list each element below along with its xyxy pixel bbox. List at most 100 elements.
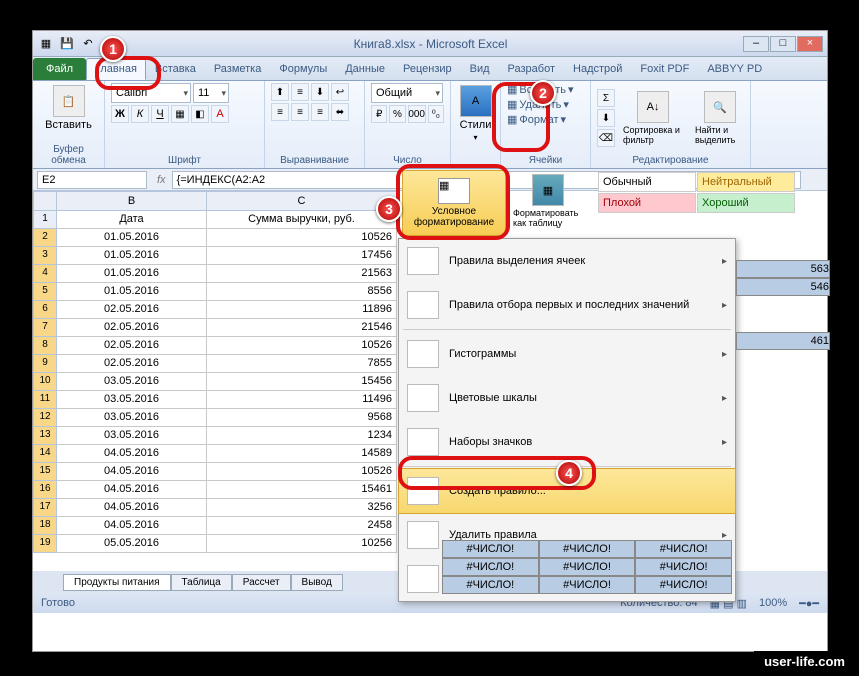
style-bad[interactable]: Плохой (598, 193, 696, 213)
cell-extra[interactable]: 563 (736, 260, 830, 278)
row-header[interactable]: 11 (33, 391, 57, 409)
data-cell[interactable]: 15461 (207, 481, 397, 499)
autosum-button[interactable]: Σ (597, 89, 615, 107)
data-cell[interactable]: 11896 (207, 301, 397, 319)
merge-button[interactable]: ⬌ (331, 103, 349, 121)
style-good[interactable]: Хороший (697, 193, 795, 213)
close-button[interactable]: × (797, 36, 823, 52)
number-format[interactable]: Общий (371, 83, 443, 103)
data-cell[interactable]: 11496 (207, 391, 397, 409)
header-cell[interactable]: Дата (57, 211, 207, 229)
data-cell[interactable]: 2458 (207, 517, 397, 535)
cell-error[interactable]: #ЧИСЛО! (442, 540, 539, 558)
menu-icon-sets[interactable]: Наборы значков▸ (399, 420, 735, 464)
currency-button[interactable]: ₽ (371, 105, 387, 123)
data-cell[interactable]: 02.05.2016 (57, 355, 207, 373)
data-cell[interactable]: 05.05.2016 (57, 535, 207, 553)
fill-button[interactable]: ◧ (191, 105, 209, 123)
data-cell[interactable]: 14589 (207, 445, 397, 463)
inc-dec-button[interactable]: ⁰₀ (428, 105, 444, 123)
align-left[interactable]: ≡ (271, 103, 289, 121)
align-top[interactable]: ⬆ (271, 83, 289, 101)
zoom-level[interactable]: 100% (759, 597, 787, 609)
cell-error[interactable]: #ЧИСЛО! (442, 558, 539, 576)
tab-review[interactable]: Рецензир (394, 58, 461, 80)
cell-error[interactable]: #ЧИСЛО! (635, 540, 732, 558)
clear-button[interactable]: ⌫ (597, 129, 615, 147)
cell-extra[interactable]: 546 (736, 278, 830, 296)
row-header[interactable]: 9 (33, 355, 57, 373)
style-normal[interactable]: Обычный (598, 172, 696, 192)
align-bot[interactable]: ⬇ (311, 83, 329, 101)
save-icon[interactable]: 💾 (58, 35, 76, 53)
menu-color-scales[interactable]: Цветовые шкалы▸ (399, 376, 735, 420)
style-neutral[interactable]: Нейтральный (697, 172, 795, 192)
tab-data[interactable]: Данные (336, 58, 394, 80)
font-name[interactable]: Calibri (111, 83, 191, 103)
tab-dev[interactable]: Разработ (499, 58, 564, 80)
menu-data-bars[interactable]: Гистограммы▸ (399, 332, 735, 376)
styles-button[interactable]: AСтили▾ (457, 83, 494, 144)
row-header[interactable]: 19 (33, 535, 57, 553)
data-cell[interactable]: 04.05.2016 (57, 445, 207, 463)
align-mid[interactable]: ≡ (291, 83, 309, 101)
data-cell[interactable]: 1234 (207, 427, 397, 445)
underline-button[interactable]: Ч (151, 105, 169, 123)
sheet-tab-2[interactable]: Таблица (171, 574, 232, 591)
cell-error[interactable]: #ЧИСЛО! (635, 558, 732, 576)
data-cell[interactable]: 10526 (207, 337, 397, 355)
data-cell[interactable]: 10256 (207, 535, 397, 553)
fill-down-button[interactable]: ⬇ (597, 109, 615, 127)
cell-styles-gallery[interactable]: Обычный Нейтральный Плохой Хороший (598, 172, 798, 213)
row-header[interactable]: 13 (33, 427, 57, 445)
data-cell[interactable]: 10526 (207, 229, 397, 247)
row-header[interactable]: 6 (33, 301, 57, 319)
cell-error[interactable]: #ЧИСЛО! (539, 576, 636, 594)
tab-abbyy[interactable]: ABBYY PD (698, 58, 771, 80)
row-header[interactable]: 10 (33, 373, 57, 391)
row-header[interactable]: 18 (33, 517, 57, 535)
percent-button[interactable]: % (389, 105, 405, 123)
tab-foxit[interactable]: Foxit PDF (631, 58, 698, 80)
row-header[interactable]: 12 (33, 409, 57, 427)
row-header[interactable]: 7 (33, 319, 57, 337)
border-button[interactable]: ▦ (171, 105, 189, 123)
minimize-button[interactable]: – (743, 36, 769, 52)
data-cell[interactable]: 04.05.2016 (57, 463, 207, 481)
bold-button[interactable]: Ж (111, 105, 129, 123)
row-header[interactable]: 2 (33, 229, 57, 247)
data-cell[interactable]: 04.05.2016 (57, 499, 207, 517)
data-cell[interactable]: 01.05.2016 (57, 229, 207, 247)
data-cell[interactable]: 21546 (207, 319, 397, 337)
data-cell[interactable]: 01.05.2016 (57, 265, 207, 283)
row-header[interactable]: 14 (33, 445, 57, 463)
paste-button[interactable]: 📋Вставить (39, 83, 98, 133)
row-header[interactable]: 8 (33, 337, 57, 355)
col-b-header[interactable]: B (57, 191, 207, 211)
data-cell[interactable]: 03.05.2016 (57, 409, 207, 427)
menu-top-bottom-rules[interactable]: Правила отбора первых и последних значен… (399, 283, 735, 327)
align-right[interactable]: ≡ (311, 103, 329, 121)
row-header[interactable]: 5 (33, 283, 57, 301)
data-cell[interactable]: 04.05.2016 (57, 517, 207, 535)
fontcolor-button[interactable]: A (211, 105, 229, 123)
row-header[interactable]: 15 (33, 463, 57, 481)
cell-error[interactable]: #ЧИСЛО! (539, 540, 636, 558)
tab-layout[interactable]: Разметка (205, 58, 271, 80)
zoom-slider[interactable]: ━●━ (799, 597, 819, 610)
cell-error[interactable]: #ЧИСЛО! (442, 576, 539, 594)
data-cell[interactable]: 21563 (207, 265, 397, 283)
data-cell[interactable]: 02.05.2016 (57, 301, 207, 319)
wrap-button[interactable]: ↩ (331, 83, 349, 101)
tab-view[interactable]: Вид (461, 58, 499, 80)
fx-icon[interactable]: fx (157, 174, 166, 186)
find-button[interactable]: 🔍Найти и выделить (691, 89, 749, 147)
data-cell[interactable]: 01.05.2016 (57, 247, 207, 265)
data-cell[interactable]: 03.05.2016 (57, 427, 207, 445)
tab-file[interactable]: Файл (33, 58, 86, 80)
data-cell[interactable]: 02.05.2016 (57, 337, 207, 355)
data-cell[interactable]: 03.05.2016 (57, 373, 207, 391)
sheet-tab-1[interactable]: Продукты питания (63, 574, 171, 591)
italic-button[interactable]: К (131, 105, 149, 123)
data-cell[interactable]: 7855 (207, 355, 397, 373)
